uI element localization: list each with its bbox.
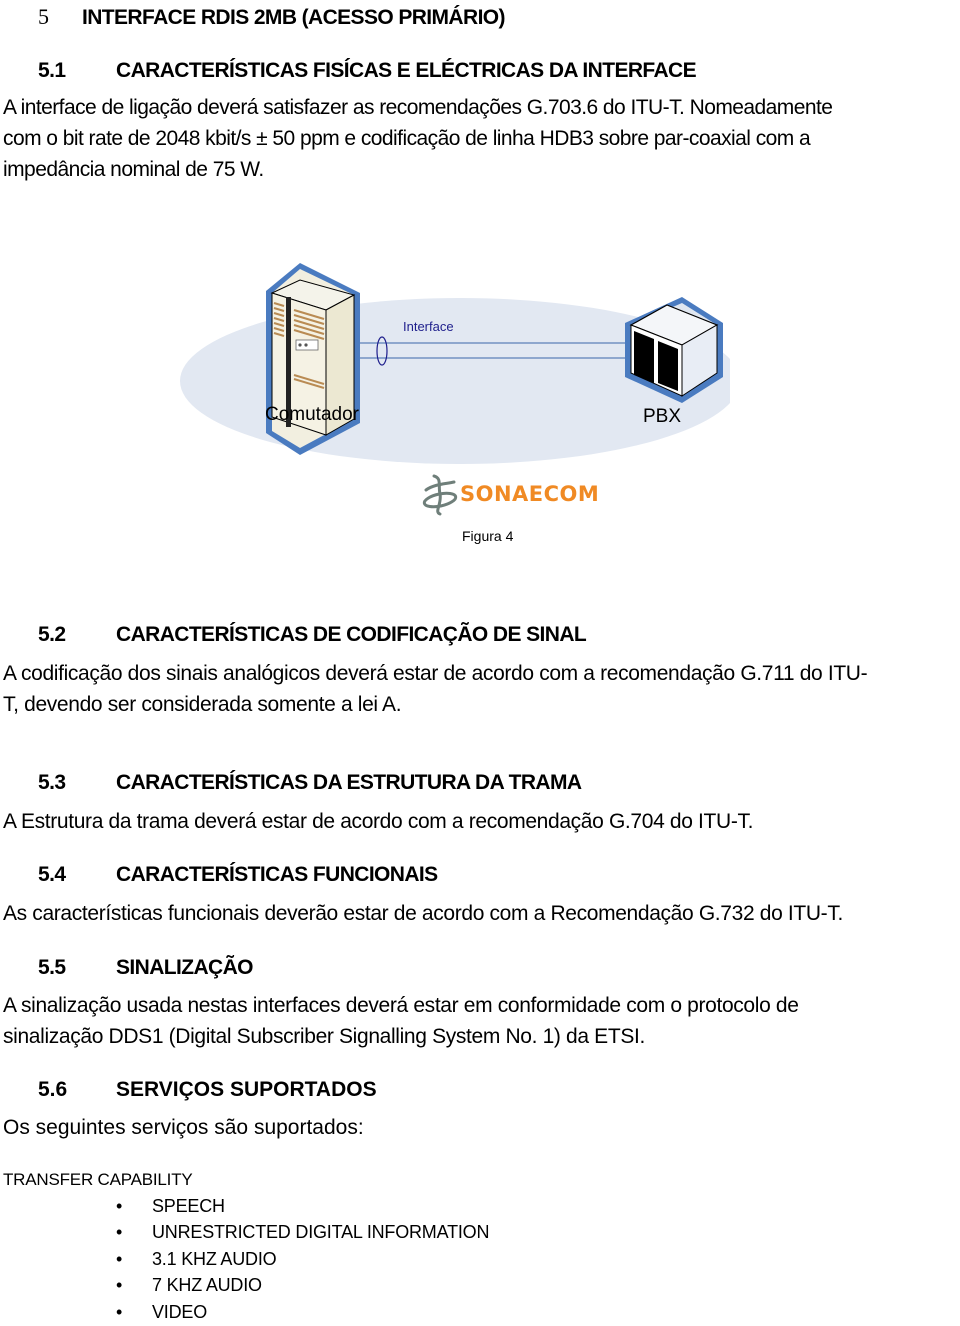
paragraph-5-1: A interface de ligação deverá satisfazer… xyxy=(3,92,833,185)
figure-caption: Figura 4 xyxy=(462,528,514,544)
subsection-title: CARACTERÍSTICAS FISÍCAS E ELÉCTRICAS DA … xyxy=(116,59,697,82)
subsection-title: CARACTERÍSTICAS DE CODIFICAÇÃO DE SINAL xyxy=(116,623,587,646)
list-item: • 3.1 KHZ AUDIO xyxy=(116,1246,489,1273)
list-item-label: SPEECH xyxy=(152,1195,225,1216)
paragraph-5-3: A Estrutura da trama deverá estar de aco… xyxy=(3,806,753,837)
paragraph-line: A interface de ligação deverá satisfazer… xyxy=(3,96,833,119)
subsection-title: SERVIÇOS SUPORTADOS xyxy=(116,1078,377,1101)
subsection-heading-5-4: 5.4 CARACTERÍSTICAS FUNCIONAIS xyxy=(38,863,438,887)
subsection-title: CARACTERÍSTICAS DA ESTRUTURA DA TRAMA xyxy=(116,771,582,794)
subsection-heading-5-2: 5.2 CARACTERÍSTICAS DE CODIFICAÇÃO DE SIN… xyxy=(38,623,587,647)
subsection-title: SINALIZAÇÃO xyxy=(116,956,254,979)
interface-diagram: Interface Comutador PBX xyxy=(170,255,740,480)
switch-label: Comutador xyxy=(265,404,360,425)
list-item: • SPEECH xyxy=(116,1193,489,1220)
pbx-label: PBX xyxy=(643,406,681,427)
subsection-number: 5.5 xyxy=(38,956,66,979)
subsection-number: 5.6 xyxy=(38,1078,68,1101)
paragraph-line: As características funcionais deverão es… xyxy=(3,902,843,925)
paragraph-line: Os seguintes serviços são suportados: xyxy=(3,1116,364,1139)
paragraph-line: A Estrutura da trama deverá estar de aco… xyxy=(3,810,754,833)
bullet-icon: • xyxy=(116,1301,123,1322)
switch-cabinet-icon xyxy=(266,263,360,455)
paragraph-5-5: A sinalização usada nestas interfaces de… xyxy=(3,990,799,1052)
paragraph-line: sinalização DDS1 (Digital Subscriber Sig… xyxy=(3,1025,645,1048)
paragraph-5-6: Os seguintes serviços são suportados: xyxy=(3,1112,364,1143)
subsection-number: 5.1 xyxy=(38,59,66,82)
section-heading: 5 INTERFACE RDIS 2MB (ACESSO PRIMÁRIO) xyxy=(38,4,506,30)
list-item-label: VIDEO xyxy=(152,1301,208,1322)
bullet-icon: • xyxy=(116,1275,123,1296)
bullet-icon: • xyxy=(116,1195,123,1216)
list-item: • 7 KHZ AUDIO xyxy=(116,1273,489,1300)
subsection-heading-5-5: 5.5 SINALIZAÇÃO xyxy=(38,956,254,980)
transfer-capability-heading: TRANSFER CAPABILITY xyxy=(3,1170,193,1189)
bullet-icon: • xyxy=(116,1248,123,1269)
paragraph-line: T, devendo ser considerada somente a lei… xyxy=(3,693,402,716)
paragraph-line: A codificação dos sinais analógicos deve… xyxy=(3,662,868,685)
list-item-label: 3.1 KHZ AUDIO xyxy=(152,1248,277,1269)
subsection-heading-5-3: 5.3 CARACTERÍSTICAS DA ESTRUTURA DA TRAMA xyxy=(38,771,582,795)
bullet-icon: • xyxy=(116,1222,123,1243)
paragraph-line: impedância nominal de 75 W. xyxy=(3,158,264,181)
logo-swirl-icon xyxy=(422,474,458,516)
paragraph-line: com o bit rate de 2048 kbit/s ± 50 ppm e… xyxy=(3,127,811,150)
link-label: Interface xyxy=(403,319,454,334)
paragraph-5-2: A codificação dos sinais analógicos deve… xyxy=(3,658,868,720)
paragraph-5-4: As características funcionais deverão es… xyxy=(3,898,843,929)
transfer-capability-list: • SPEECH • UNRESTRICTED DIGITAL INFORMATIO… xyxy=(116,1193,489,1326)
list-item-label: 7 KHZ AUDIO xyxy=(152,1275,262,1296)
paragraph-line: A sinalização usada nestas interfaces de… xyxy=(3,994,799,1017)
logo-text: SONAECOM xyxy=(460,482,600,506)
subsection-heading-5-6: 5.6 SERVIÇOS SUPORTADOS xyxy=(38,1078,377,1102)
subsection-heading-5-1: 5.1 CARACTERÍSTICAS FISÍCAS E ELÉCTRICAS … xyxy=(38,59,697,83)
subsection-number: 5.2 xyxy=(38,623,66,646)
subsection-number: 5.4 xyxy=(38,863,66,886)
list-item: • VIDEO xyxy=(116,1299,489,1326)
section-title: INTERFACE RDIS 2MB (ACESSO PRIMÁRIO) xyxy=(82,6,506,29)
list-item-label: UNRESTRICTED DIGITAL INFORMATION xyxy=(152,1222,490,1243)
sonaecom-logo: SONAECOM xyxy=(420,472,599,516)
subsection-number: 5.3 xyxy=(38,771,66,794)
list-item: • UNRESTRICTED DIGITAL INFORMATION xyxy=(116,1220,489,1247)
section-number: 5 xyxy=(38,4,49,29)
subsection-title: CARACTERÍSTICAS FUNCIONAIS xyxy=(116,863,438,886)
diagram-svg: Interface Comutador PBX xyxy=(180,263,740,464)
